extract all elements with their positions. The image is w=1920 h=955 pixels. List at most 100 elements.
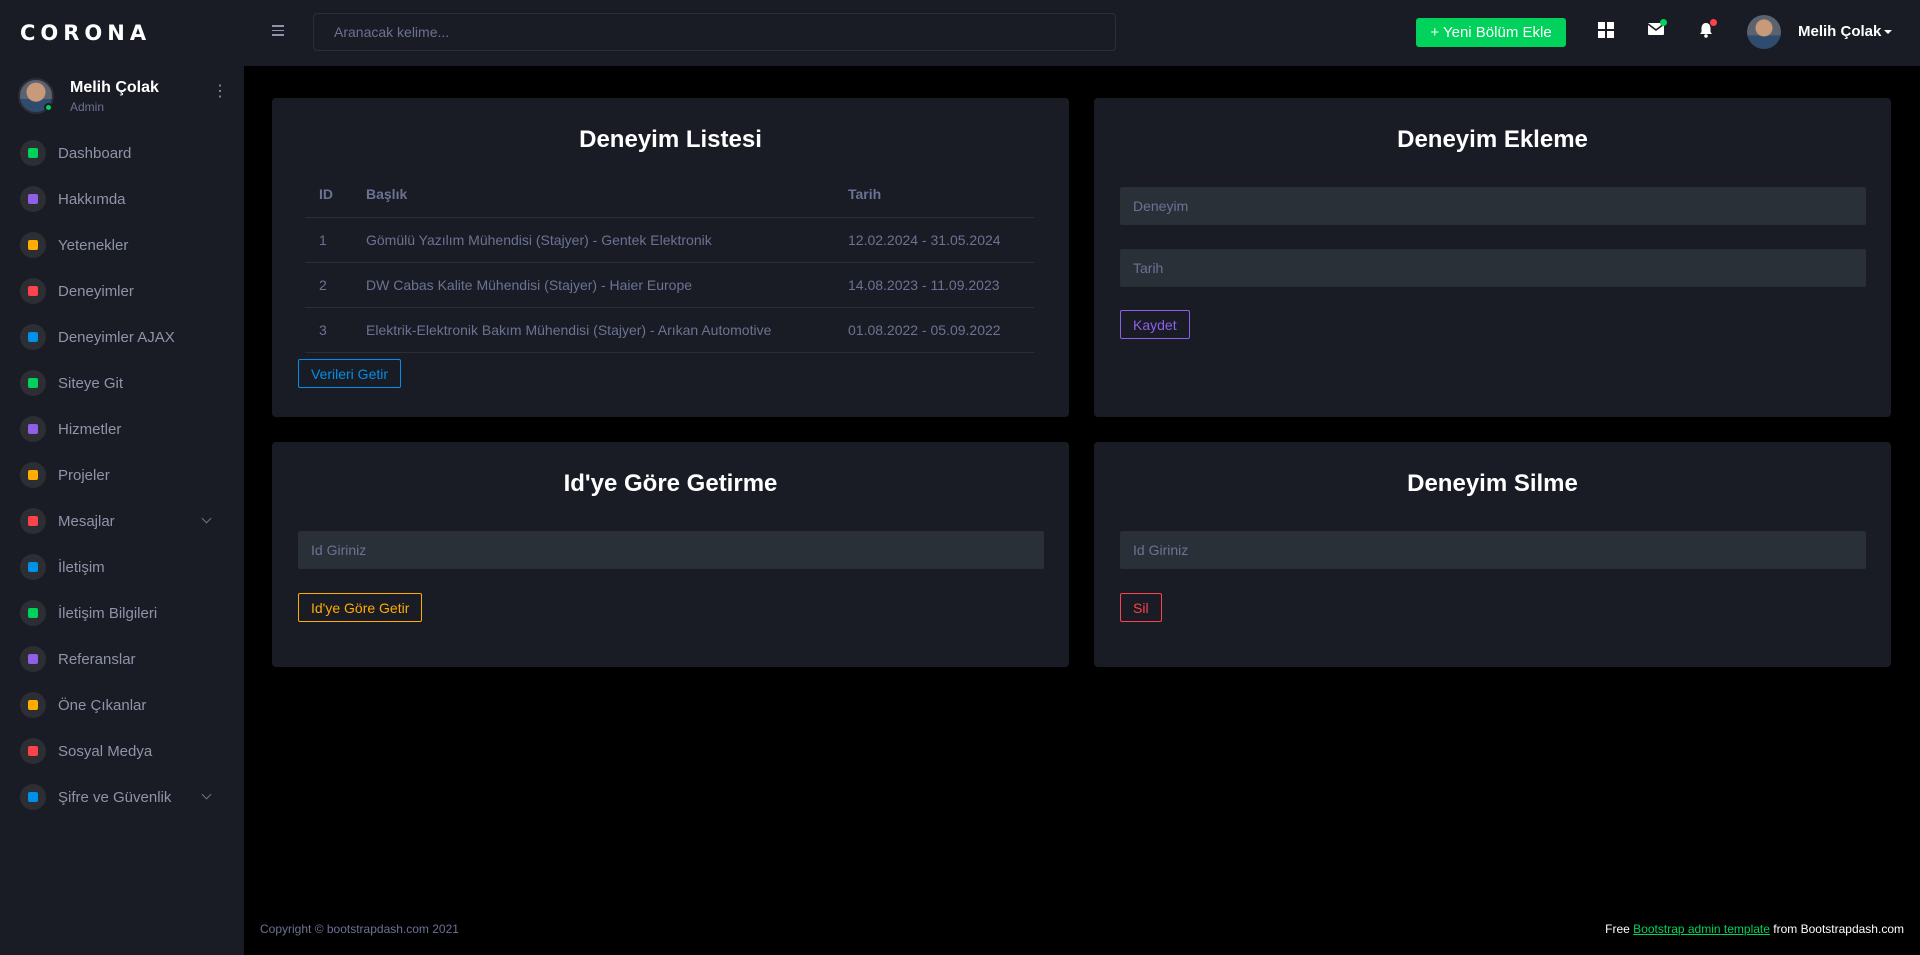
sidebar-item-label: Hizmetler [58, 420, 122, 438]
folder-icon [20, 462, 46, 488]
card-title: Deneyim Ekleme [1397, 126, 1588, 153]
sidebar-item-label: Projeler [58, 466, 110, 484]
cell-id: 1 [305, 217, 352, 263]
cell-title: Elektrik-Elektronik Bakım Mühendisi (Sta… [352, 307, 834, 353]
id-input[interactable] [298, 531, 1044, 569]
card-title: Deneyim Silme [1407, 470, 1578, 497]
flash-icon [20, 232, 46, 258]
card-title: Id'ye Göre Getirme [563, 470, 778, 497]
sidebar-item-lock[interactable]: Şifre ve Güvenlik [0, 774, 244, 820]
profile-name: Melih Çolak [70, 78, 159, 96]
table-row: 1 Gömülü Yazılım Mühendisi (Stajyer) - G… [305, 217, 1034, 263]
briefcase-blue-icon [20, 324, 46, 350]
cell-id: 3 [305, 307, 352, 353]
experience-input[interactable] [1120, 187, 1866, 225]
sidebar-nav: Dashboard Hakkımda Yetenekler Deneyimler Den… [0, 130, 244, 820]
lock-icon [20, 784, 46, 810]
menu-toggle-icon[interactable] [272, 25, 284, 39]
sidebar-item-label: Şifre ve Güvenlik [58, 788, 172, 806]
fetch-data-button[interactable]: Verileri Getir [298, 359, 402, 388]
sidebar: CORONA Melih Çolak Admin ⋮ Dashboard Hakk… [0, 0, 244, 955]
user-avatar[interactable] [1747, 15, 1781, 49]
briefcase-icon [20, 278, 46, 304]
settings-icon [20, 416, 46, 442]
sidebar-profile: Melih Çolak Admin ⋮ [0, 66, 244, 126]
table-row: 2 DW Cabas Kalite Mühendisi (Stajyer) - … [305, 262, 1034, 308]
online-status-dot [44, 103, 53, 112]
experience-table: ID Başlık Tarih 1 Gömülü Yazılım Mühendi… [305, 172, 1034, 353]
get-by-id-button[interactable]: Id'ye Göre Getir [298, 593, 423, 622]
cell-id: 2 [305, 262, 352, 308]
mail-icon[interactable] [1647, 19, 1667, 38]
sidebar-item-phone[interactable]: İletişim [0, 544, 244, 590]
date-input[interactable] [1120, 249, 1866, 287]
sidebar-item-label: Sosyal Medya [58, 742, 153, 760]
sidebar-item-share[interactable]: Sosyal Medya [0, 728, 244, 774]
sidebar-item-label: Siteye Git [58, 374, 124, 392]
grid-view-icon[interactable] [1598, 22, 1614, 38]
sidebar-item-label: Deneyimler AJAX [58, 328, 175, 346]
notification-badge [1710, 19, 1717, 26]
dashboard-icon [20, 140, 46, 166]
sidebar-item-briefcase[interactable]: Deneyimler [0, 268, 244, 314]
footer-free-text: Free [1605, 922, 1630, 936]
caret-down-icon[interactable] [1884, 30, 1892, 34]
footer-copyright: Copyright © bootstrapdash.com 2021 [260, 922, 459, 936]
sidebar-item-label: Yetenekler [58, 236, 129, 254]
delete-button[interactable]: Sil [1120, 593, 1162, 622]
footer-from-text: from Bootstrapdash.com [1773, 922, 1904, 936]
mail-icon [20, 508, 46, 534]
cell-title: DW Cabas Kalite Mühendisi (Stajyer) - Ha… [352, 262, 834, 308]
search-input[interactable] [313, 13, 1116, 51]
cell-date: 01.08.2022 - 05.09.2022 [834, 307, 1034, 353]
cell-date: 12.02.2024 - 31.05.2024 [834, 217, 1034, 263]
table-header-row: ID Başlık Tarih [305, 172, 1034, 218]
sidebar-item-label: Hakkımda [58, 190, 126, 208]
save-button[interactable]: Kaydet [1120, 310, 1190, 339]
sidebar-item-label: Referanslar [58, 650, 136, 668]
bell-icon[interactable] [1698, 19, 1717, 38]
footer-template-link[interactable]: Bootstrap admin template [1633, 922, 1770, 936]
top-navbar: + Yeni Bölüm Ekle Melih Çolak [244, 0, 1920, 66]
sidebar-item-thumb-up[interactable]: Referanslar [0, 636, 244, 682]
cell-date: 14.08.2023 - 11.09.2023 [834, 262, 1034, 308]
globe-icon [20, 370, 46, 396]
account-circle-icon [20, 186, 46, 212]
sidebar-item-phone-green[interactable]: İletişim Bilgileri [0, 590, 244, 636]
sidebar-item-briefcase-blue[interactable]: Deneyimler AJAX [0, 314, 244, 360]
sidebar-item-label: İletişim [58, 558, 105, 576]
sidebar-item-label: İletişim Bilgileri [58, 604, 158, 622]
card-title: Deneyim Listesi [579, 126, 762, 153]
column-header-title: Başlık [352, 172, 834, 218]
new-section-button[interactable]: + Yeni Bölüm Ekle [1416, 18, 1566, 47]
user-name[interactable]: Melih Çolak [1798, 23, 1881, 40]
sidebar-item-label: Öne Çıkanlar [58, 696, 147, 714]
footer-credit: Free Bootstrap admin template from Boots… [1605, 922, 1904, 936]
brand-logo[interactable]: CORONA [0, 0, 244, 66]
sidebar-item-account-circle[interactable]: Hakkımda [0, 176, 244, 222]
sidebar-item-dashboard[interactable]: Dashboard [0, 130, 244, 176]
phone-green-icon [20, 600, 46, 626]
sidebar-item-settings[interactable]: Hizmetler [0, 406, 244, 452]
experience-delete-card: Deneyim Silme Sil [1094, 442, 1891, 667]
sidebar-item-mail[interactable]: Mesajlar [0, 498, 244, 544]
column-header-id: ID [305, 172, 352, 218]
sidebar-item-flash[interactable]: Yetenekler [0, 222, 244, 268]
sidebar-item-star-circle[interactable]: Öne Çıkanlar [0, 682, 244, 728]
cell-title: Gömülü Yazılım Mühendisi (Stajyer) - Gen… [352, 217, 834, 263]
sidebar-item-label: Mesajlar [58, 512, 115, 530]
avatar[interactable] [18, 78, 54, 114]
sidebar-item-label: Deneyimler [58, 282, 134, 300]
delete-id-input[interactable] [1120, 531, 1866, 569]
experience-list-card: Deneyim Listesi ID Başlık Tarih 1 Gömülü… [272, 98, 1069, 417]
chevron-down-icon[interactable] [201, 513, 212, 524]
sidebar-item-globe[interactable]: Siteye Git [0, 360, 244, 406]
phone-icon [20, 554, 46, 580]
thumb-up-icon [20, 646, 46, 672]
kebab-menu-icon[interactable]: ⋮ [212, 84, 228, 100]
table-row: 3 Elektrik-Elektronik Bakım Mühendisi (S… [305, 307, 1034, 353]
profile-role: Admin [70, 99, 105, 114]
mail-badge [1660, 19, 1667, 26]
chevron-down-icon[interactable] [201, 789, 212, 800]
sidebar-item-folder[interactable]: Projeler [0, 452, 244, 498]
